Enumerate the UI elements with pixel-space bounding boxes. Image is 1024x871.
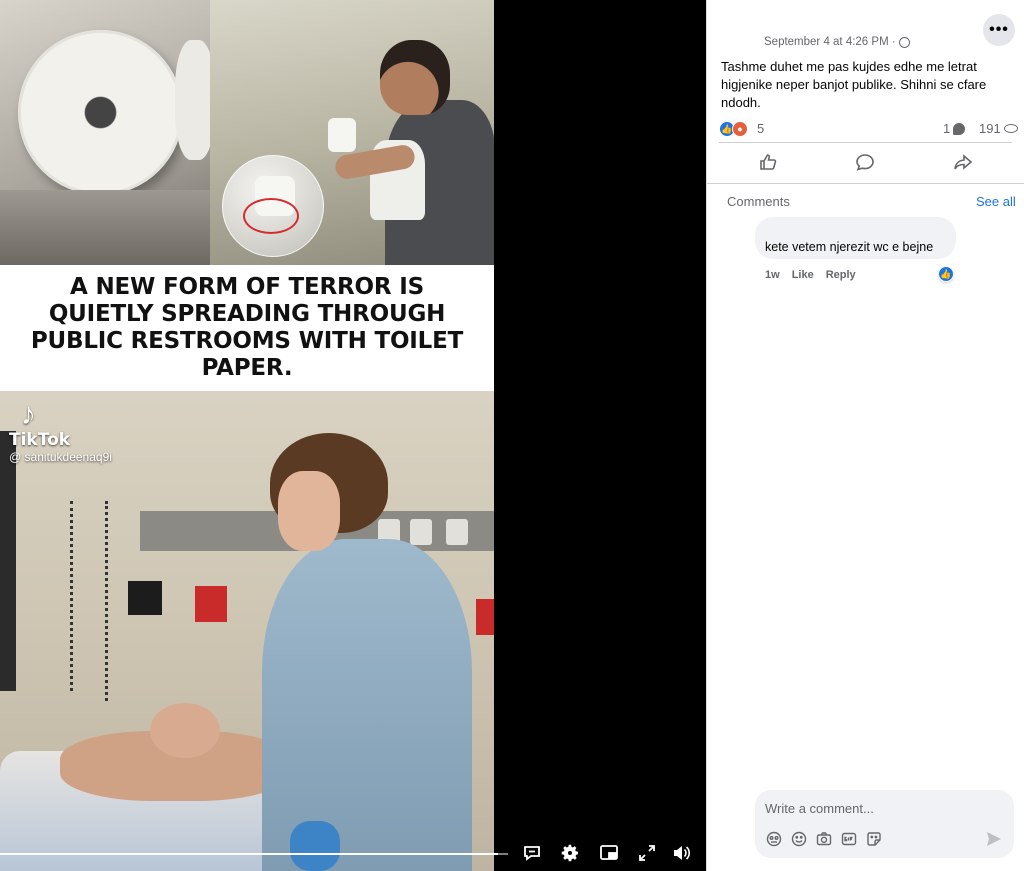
nurse-face-graphic	[278, 471, 340, 551]
comment-time[interactable]: 1w	[765, 269, 780, 281]
section-divider	[707, 183, 1024, 184]
comment-actions: 1w Like Reply	[765, 269, 856, 281]
wall-box-graphic	[128, 581, 162, 615]
comments-heading: Comments	[727, 194, 790, 209]
gear-icon[interactable]	[559, 842, 581, 864]
dispenser-graphic	[0, 190, 210, 265]
camera-icon[interactable]	[815, 830, 832, 847]
comment-count: 1	[943, 121, 951, 136]
zoom-bubble-graphic	[222, 155, 324, 257]
eye-icon	[1003, 124, 1018, 133]
small-roll-graphic	[328, 118, 356, 152]
video-controls	[0, 836, 706, 871]
comment-icon	[856, 154, 875, 171]
tiktok-logo-icon: ♪	[21, 398, 36, 431]
divider	[719, 142, 1012, 143]
comment-bubble-icon	[953, 122, 966, 135]
picture-in-picture-icon[interactable]	[598, 842, 620, 864]
comment-input[interactable]	[765, 798, 995, 818]
rail-outlet-graphic	[446, 519, 468, 545]
comment-button[interactable]	[825, 144, 905, 180]
comment-reply-button[interactable]: Reply	[826, 269, 856, 281]
share-icon	[954, 154, 973, 170]
volume-icon[interactable]	[670, 842, 692, 864]
red-wall-box-graphic	[476, 599, 494, 635]
gif-icon[interactable]	[840, 830, 857, 847]
progress-fill	[0, 853, 498, 855]
composer-tools	[765, 830, 882, 847]
cable-graphic	[70, 501, 80, 691]
like-button[interactable]	[728, 144, 808, 180]
toilet-roll-side-graphic	[175, 40, 215, 160]
post-actions	[719, 144, 1012, 180]
reaction-icons[interactable]: 👍 ●	[719, 121, 748, 137]
view-count: 191	[979, 121, 1001, 136]
post-side-panel: ••• September 4 at 4:26 PM · Tashme duhe…	[706, 0, 1024, 871]
progress-bar[interactable]	[0, 853, 508, 855]
more-options-icon[interactable]: •••	[983, 14, 1015, 46]
captions-icon[interactable]	[521, 842, 543, 864]
tiktok-handle: @ sanitukdeenaq9i	[9, 450, 112, 464]
nurse-body-graphic	[262, 539, 472, 871]
reaction-count[interactable]: 5	[757, 121, 764, 136]
post-meta: September 4 at 4:26 PM ·	[764, 36, 910, 48]
man-head-graphic	[380, 40, 450, 115]
comment-like-button[interactable]: Like	[792, 269, 814, 281]
reaction-summary: 👍 ● 5 1 191	[719, 121, 1018, 137]
cable-graphic	[105, 501, 115, 701]
rail-outlet-graphic	[410, 519, 432, 545]
video-image-toilet-roll	[0, 0, 215, 265]
globe-icon	[898, 36, 910, 48]
comment-text: kete vetem njerezit wc e bejne	[765, 240, 934, 254]
video-headline: A NEW FORM OF TERROR IS QUIETLY SPREADIN…	[30, 274, 464, 381]
comment-like-reaction-icon[interactable]: 👍	[938, 266, 954, 282]
comment-composer	[755, 790, 1014, 858]
share-button[interactable]	[923, 144, 1003, 180]
video-frame[interactable]: A NEW FORM OF TERROR IS QUIETLY SPREADIN…	[0, 0, 494, 871]
patient-head-graphic	[150, 703, 220, 758]
monitor-graphic	[0, 431, 16, 691]
avatar-sticker-icon[interactable]	[765, 830, 782, 847]
video-image-restroom-man	[210, 0, 494, 265]
toilet-roll-graphic	[18, 30, 183, 195]
sticker-icon[interactable]	[865, 830, 882, 847]
video-headline-box: A NEW FORM OF TERROR IS QUIETLY SPREADIN…	[0, 265, 494, 391]
post-timestamp[interactable]: September 4 at 4:26 PM ·	[764, 36, 896, 48]
emoji-icon[interactable]	[790, 830, 807, 847]
comment-count-area[interactable]: 1	[943, 121, 966, 136]
tiktok-watermark: ♪ TikTok @ sanitukdeenaq9i	[9, 398, 112, 465]
view-count-area: 191	[979, 121, 1018, 136]
fullscreen-icon[interactable]	[636, 842, 658, 864]
see-all-link[interactable]: See all	[976, 194, 1016, 209]
send-icon[interactable]	[985, 830, 1003, 848]
thumbs-up-icon	[760, 154, 777, 170]
video-player[interactable]: A NEW FORM OF TERROR IS QUIETLY SPREADIN…	[0, 0, 706, 871]
red-wall-box-graphic	[195, 586, 227, 622]
tiktok-brand: TikTok	[9, 430, 71, 450]
red-circle-mark	[243, 198, 299, 234]
post-text: Tashme duhet me pas kujdes edhe me letra…	[721, 59, 987, 110]
angry-reaction-icon: ●	[732, 121, 748, 137]
